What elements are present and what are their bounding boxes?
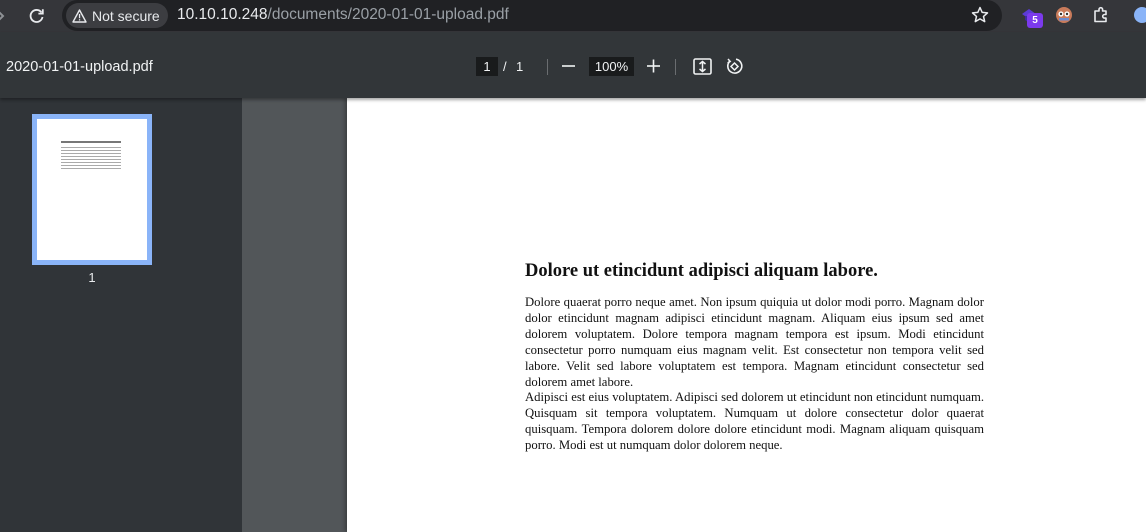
thumbnail-text-line <box>61 153 121 154</box>
page-total: 1 <box>516 59 524 74</box>
thumbnail-page-preview <box>37 119 147 260</box>
security-chip[interactable]: Not secure <box>66 3 168 28</box>
page-number-input[interactable]: 1 <box>476 57 498 76</box>
document-heading: Dolore ut etincidunt adipisci aliquam la… <box>525 261 878 281</box>
zoom-in-button[interactable] <box>645 56 663 76</box>
thumbnail-text-line <box>61 150 121 151</box>
thumbnail-text-line <box>61 165 121 166</box>
page-thumbnail[interactable] <box>32 114 152 265</box>
thumbnail-text-line <box>61 156 121 157</box>
thumbnail-heading-line <box>61 141 121 143</box>
url-text[interactable]: 10.10.10.248/documents/2020-01-01-upload… <box>177 6 509 24</box>
browser-toolbar: Not secure 10.10.10.248/documents/2020-0… <box>0 0 1146 32</box>
thumbnail-sidebar: 1 <box>0 98 242 532</box>
profile-icon[interactable] <box>1130 5 1146 25</box>
warning-icon <box>72 8 87 23</box>
address-bar[interactable]: Not secure 10.10.10.248/documents/2020-0… <box>62 0 1002 31</box>
security-label: Not secure <box>92 7 160 24</box>
toolbar-divider <box>675 59 676 75</box>
thumbnail-text-line <box>61 159 121 160</box>
thumbnail-text-line <box>61 162 121 163</box>
zoom-out-button[interactable] <box>560 56 578 76</box>
pdf-toolbar: 2020-01-01-upload.pdf 1 / 1 100% <box>0 32 1146 98</box>
toolbar-divider <box>547 59 548 75</box>
fit-to-page-icon[interactable] <box>692 56 713 77</box>
url-host: 10.10.10.248 <box>177 6 268 23</box>
rotate-icon[interactable] <box>724 56 745 77</box>
avatar-extension-icon[interactable] <box>1054 5 1074 25</box>
extensions-puzzle-icon[interactable] <box>1091 5 1111 25</box>
extension-badge: 5 <box>1027 13 1043 28</box>
thumbnail-text-line <box>61 147 121 148</box>
thumbnail-text-line <box>61 168 121 169</box>
reload-icon[interactable] <box>26 5 48 27</box>
url-path: /documents/2020-01-01-upload.pdf <box>267 6 509 23</box>
document-paragraph: Adipisci est eius voluptatem. Adipisci s… <box>525 390 984 452</box>
forward-icon[interactable] <box>0 6 10 26</box>
page-separator: / <box>503 59 507 74</box>
pdf-page: Dolore ut etincidunt adipisci aliquam la… <box>347 98 1146 532</box>
bookmark-star-icon[interactable] <box>970 5 990 25</box>
zoom-level-input[interactable]: 100% <box>589 57 634 76</box>
document-title: 2020-01-01-upload.pdf <box>6 59 153 75</box>
thumbnail-page-label: 1 <box>88 270 96 285</box>
document-paragraph: Dolore quaerat porro neque amet. Non ips… <box>525 295 984 389</box>
